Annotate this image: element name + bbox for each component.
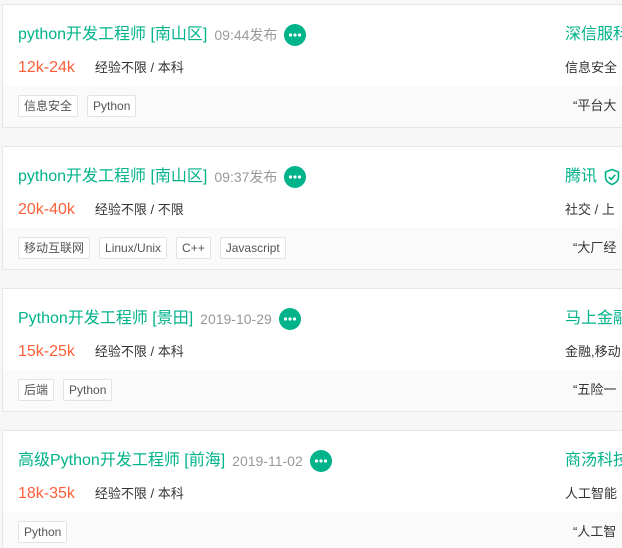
benefit-text: “平台大 [573, 98, 617, 113]
company-row: 商汤科技 [565, 450, 622, 472]
skill-tag[interactable]: Python [18, 521, 68, 543]
tag-list: 移动互联网 Linux/Unix C++ Javascript [18, 237, 295, 259]
requirements: 经验不限 / 本科 [94, 60, 184, 75]
job-card-footer: 信息安全 Python “平台大 [3, 86, 622, 127]
job-card[interactable]: 高级Python开发工程师 [前海] 2019-11-02 18k-35k 经验不限 … [2, 430, 622, 548]
job-card-footer: Python “人工智 [3, 512, 622, 548]
job-card[interactable]: python开发工程师 [南山区] 09:44发布 12k-24k 经验不限 / 本科… [2, 4, 622, 128]
publish-time: 2019-11-02 [232, 453, 303, 469]
tag-list: 信息安全 Python [18, 95, 145, 117]
skill-tag[interactable]: Linux/Unix [99, 237, 168, 259]
salary: 20k-40k [18, 201, 75, 218]
title-row: python开发工程师 [南山区] 09:37发布 [18, 166, 307, 188]
company-name-link[interactable]: 腾讯 [565, 166, 597, 188]
benefit-text: “大厂经 [573, 240, 617, 255]
skill-tag[interactable]: Javascript [219, 237, 286, 259]
company-industry: 信息安全 [565, 60, 618, 75]
title-row: Python开发工程师 [景田] 2019-10-29 [18, 308, 301, 330]
job-list: python开发工程师 [南山区] 09:44发布 12k-24k 经验不限 / 本科… [0, 0, 622, 548]
tag-list: Python [18, 521, 76, 543]
job-card[interactable]: python开发工程师 [南山区] 09:37发布 20k-40k 经验不限 / 不限… [2, 146, 622, 270]
publish-time: 09:44发布 [214, 27, 278, 43]
job-card-footer: 后端 Python “五险一 [3, 370, 622, 411]
chat-icon[interactable] [309, 450, 332, 472]
job-card-main: Python开发工程师 [景田] 2019-10-29 15k-25k 经验不限 / … [3, 289, 622, 370]
company-industry: 金融,移动 [565, 344, 621, 359]
skill-tag[interactable]: 后端 [18, 379, 55, 401]
info-row: 18k-35k 经验不限 / 本科 [18, 483, 184, 505]
company-row: 腾讯 [565, 166, 621, 188]
job-title-link[interactable]: python开发工程师 [南山区] [18, 24, 207, 46]
title-row: python开发工程师 [南山区] 09:44发布 [18, 24, 307, 46]
company-industry: 社交 / 上 [565, 202, 615, 217]
job-title-link[interactable]: python开发工程师 [南山区] [18, 166, 207, 188]
salary: 15k-25k [18, 343, 75, 360]
job-title-link[interactable]: Python开发工程师 [景田] [18, 308, 193, 330]
info-row: 12k-24k 经验不限 / 本科 [18, 57, 184, 79]
publish-time: 2019-10-29 [200, 311, 272, 327]
skill-tag[interactable]: Python [87, 95, 137, 117]
job-card-main: python开发工程师 [南山区] 09:44发布 12k-24k 经验不限 / 本科… [3, 5, 622, 86]
requirements: 经验不限 / 不限 [94, 202, 184, 217]
publish-time: 09:37发布 [214, 169, 278, 185]
company-name-link[interactable]: 商汤科技 [565, 450, 622, 472]
info-row: 20k-40k 经验不限 / 不限 [18, 199, 184, 221]
chat-icon[interactable] [284, 24, 307, 46]
skill-tag[interactable]: C++ [176, 237, 211, 259]
chat-icon[interactable] [278, 308, 301, 330]
job-card-footer: 移动互联网 Linux/Unix C++ Javascript “大厂经 [3, 228, 622, 269]
job-card-main: 高级Python开发工程师 [前海] 2019-11-02 18k-35k 经验不限 … [3, 431, 622, 512]
salary: 18k-35k [18, 485, 75, 502]
benefit-text: “人工智 [573, 524, 617, 539]
requirements: 经验不限 / 本科 [94, 486, 184, 501]
job-card-main: python开发工程师 [南山区] 09:37发布 20k-40k 经验不限 / 不限… [3, 147, 622, 228]
benefit-text: “五险一 [573, 382, 617, 397]
company-name-link[interactable]: 深信服科 [565, 24, 622, 46]
company-name-link[interactable]: 马上金融 [565, 308, 622, 330]
tag-list: 后端 Python [18, 379, 121, 401]
skill-tag[interactable]: 信息安全 [18, 95, 79, 117]
skill-tag[interactable]: 移动互联网 [18, 237, 91, 259]
company-industry: 人工智能 [565, 486, 618, 501]
job-title-link[interactable]: 高级Python开发工程师 [前海] [18, 450, 225, 472]
job-card[interactable]: Python开发工程师 [景田] 2019-10-29 15k-25k 经验不限 / … [2, 288, 622, 412]
company-row: 马上金融 [565, 308, 622, 330]
title-row: 高级Python开发工程师 [前海] 2019-11-02 [18, 450, 332, 472]
shield-check-icon [603, 168, 621, 186]
company-row: 深信服科 [565, 24, 622, 46]
requirements: 经验不限 / 本科 [94, 344, 184, 359]
skill-tag[interactable]: Python [63, 379, 113, 401]
chat-icon[interactable] [284, 166, 307, 188]
salary: 12k-24k [18, 59, 75, 76]
info-row: 15k-25k 经验不限 / 本科 [18, 341, 184, 363]
